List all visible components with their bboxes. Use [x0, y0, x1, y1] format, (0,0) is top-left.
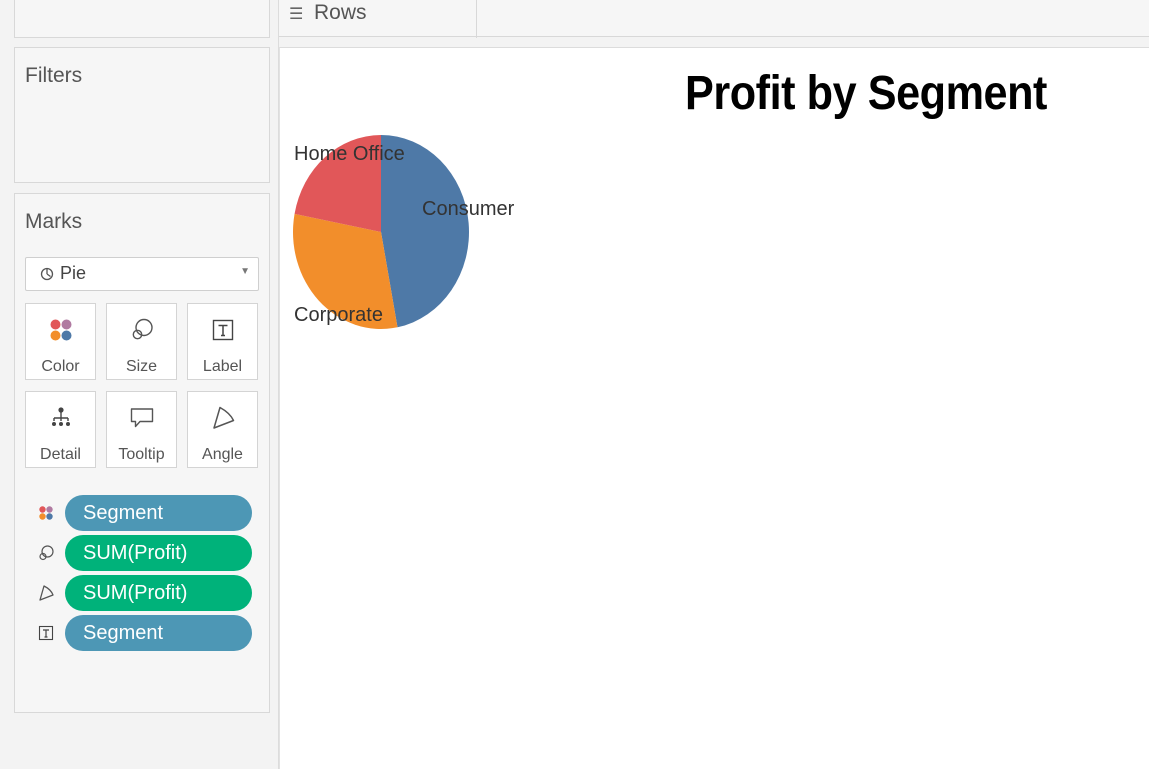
rows-shelf-label-box: ☰ Rows — [279, 0, 477, 38]
mark-type-dropdown[interactable]: Pie ▼ — [25, 257, 259, 291]
label-icon — [38, 625, 54, 641]
mark-type-value: Pie — [60, 263, 87, 283]
rows-shelf[interactable]: ☰ Rows — [279, 0, 1149, 38]
segment-color-pill[interactable]: Segment — [65, 495, 252, 531]
angle-icon — [39, 585, 54, 601]
size-icon — [132, 318, 153, 340]
tooltip-button[interactable]: Tooltip — [106, 391, 177, 468]
label-button-label: Label — [202, 358, 243, 375]
filters-title: Filters — [25, 64, 83, 87]
marks-pill-row: Segment — [15, 495, 271, 531]
pie-chart[interactable]: Consumer Corporate Home Office — [280, 48, 580, 368]
color-button[interactable]: Color — [25, 303, 96, 380]
size-button-label: Size — [125, 358, 158, 375]
marks-card: Marks Pie ▼ Color Size Label Detail Tool… — [14, 193, 270, 713]
marks-pill-row: Segment — [15, 615, 271, 651]
marks-title: Marks — [25, 210, 83, 233]
tooltip-icon — [130, 408, 153, 428]
size-button[interactable]: Size — [106, 303, 177, 380]
detail-button-label: Detail — [40, 446, 81, 463]
angle-button[interactable]: Angle — [187, 391, 258, 468]
filters-card[interactable]: Filters — [14, 47, 270, 183]
profit-size-pill[interactable]: SUM(Profit) — [65, 535, 252, 571]
size-icon — [39, 545, 54, 561]
tooltip-button-label: Tooltip — [118, 446, 165, 463]
pie-label-consumer: Consumer — [422, 198, 515, 220]
label-button[interactable]: Label — [187, 303, 258, 380]
left-panel: Filters Marks Pie ▼ Color Size Label Det… — [0, 0, 279, 769]
pie-label-corporate: Corporate — [294, 304, 383, 326]
profit-angle-pill[interactable]: SUM(Profit) — [65, 575, 252, 611]
detail-icon — [51, 407, 70, 426]
angle-button-label: Angle — [202, 446, 243, 463]
chevron-down-icon: ▼ — [240, 266, 250, 277]
marks-pill-row: SUM(Profit) — [15, 535, 271, 571]
segment-label-pill[interactable]: Segment — [65, 615, 252, 651]
pie-label-home-office: Home Office — [294, 143, 405, 165]
color-icon — [50, 319, 71, 341]
view-canvas[interactable]: Profit by Segment Consumer Corporate Home … — [279, 47, 1149, 769]
marks-pill-row: SUM(Profit) — [15, 575, 271, 611]
color-icon — [39, 506, 53, 520]
angle-icon — [212, 406, 234, 429]
pie-icon — [40, 267, 54, 281]
label-icon — [212, 319, 233, 341]
rows-label: Rows — [314, 1, 367, 24]
pages-card — [14, 0, 270, 38]
rows-icon: ☰ — [289, 6, 304, 23]
chart-title: Profit by Segment — [685, 67, 1047, 120]
detail-button[interactable]: Detail — [25, 391, 96, 468]
color-button-label: Color — [41, 358, 80, 375]
